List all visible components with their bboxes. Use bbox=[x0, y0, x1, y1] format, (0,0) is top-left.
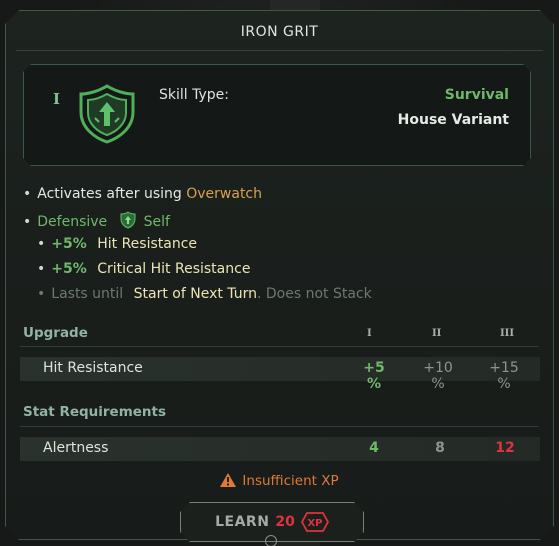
duration-suffix: . Does not Stack bbox=[256, 286, 372, 302]
controller-button-icon bbox=[265, 535, 277, 546]
shield-arrow-icon bbox=[79, 84, 135, 144]
learn-cost: 20 bbox=[275, 514, 295, 530]
tier-indicator: I bbox=[53, 90, 61, 108]
skill-title: IRON GRIT bbox=[240, 24, 319, 40]
xp-icon: XP bbox=[301, 512, 329, 532]
duration-prefix: Lasts until bbox=[51, 286, 124, 302]
category-label: Defensive bbox=[37, 214, 108, 230]
bullet: • bbox=[37, 261, 46, 277]
duration-line: • Lasts until Start of Next Turn. Does no… bbox=[37, 286, 372, 302]
category-line: • Defensive Self bbox=[23, 211, 170, 230]
skill-type-value: Survival bbox=[444, 87, 509, 103]
skill-type-label: Skill Type: bbox=[159, 87, 229, 103]
bullet: • bbox=[37, 286, 46, 302]
small-shield-icon bbox=[120, 211, 136, 229]
bonus2-label: Critical Hit Resistance bbox=[97, 261, 251, 277]
skill-variant: House Variant bbox=[397, 112, 509, 128]
upgrade-value-1: +5 % bbox=[363, 360, 385, 392]
requirements-divider bbox=[20, 426, 539, 427]
tier-col-2: II bbox=[432, 328, 442, 339]
upgrade-value-2: +10 % bbox=[423, 360, 453, 392]
bonus-line-1: • +5% Hit Resistance bbox=[37, 236, 197, 252]
bonus1-label: Hit Resistance bbox=[97, 236, 198, 252]
requirement-row: Alertness 4 8 12 bbox=[20, 437, 540, 461]
tier-col-1: I bbox=[367, 328, 372, 339]
requirement-value-1: 4 bbox=[369, 440, 379, 456]
target-label: Self bbox=[143, 214, 170, 230]
activation-line: • Activates after using Overwatch bbox=[23, 186, 262, 202]
requirements-heading: Stat Requirements bbox=[23, 404, 167, 420]
bonus2-value: +5% bbox=[51, 261, 87, 277]
requirement-value-2: 8 bbox=[435, 440, 445, 456]
title-divider bbox=[16, 50, 543, 51]
activation-prefix: Activates after using bbox=[37, 186, 182, 202]
learn-label: LEARN bbox=[215, 514, 270, 530]
warning-icon bbox=[220, 473, 237, 487]
requirement-row-label: Alertness bbox=[43, 440, 109, 456]
requirement-value-3: 12 bbox=[495, 440, 515, 456]
bonus-line-2: • +5% Critical Hit Resistance bbox=[37, 261, 250, 277]
upgrade-row: Hit Resistance +5 % +10 % +15 % bbox=[20, 357, 540, 392]
bullet: • bbox=[23, 214, 32, 230]
tier-col-3: III bbox=[500, 328, 515, 339]
bullet: • bbox=[37, 236, 46, 252]
bullet: • bbox=[23, 186, 32, 202]
activation-trigger: Overwatch bbox=[186, 186, 262, 202]
xp-icon-label: XP bbox=[307, 518, 322, 529]
upgrade-heading: Upgrade bbox=[23, 325, 88, 341]
bonus1-value: +5% bbox=[51, 236, 87, 252]
duration-value: Start of Next Turn bbox=[133, 286, 257, 302]
warning-message: Insufficient XP bbox=[0, 473, 559, 489]
upgrade-divider bbox=[20, 346, 539, 347]
upgrade-value-3: +15 % bbox=[489, 360, 519, 392]
upgrade-row-label: Hit Resistance bbox=[43, 360, 143, 376]
warning-text: Insufficient XP bbox=[242, 473, 339, 489]
